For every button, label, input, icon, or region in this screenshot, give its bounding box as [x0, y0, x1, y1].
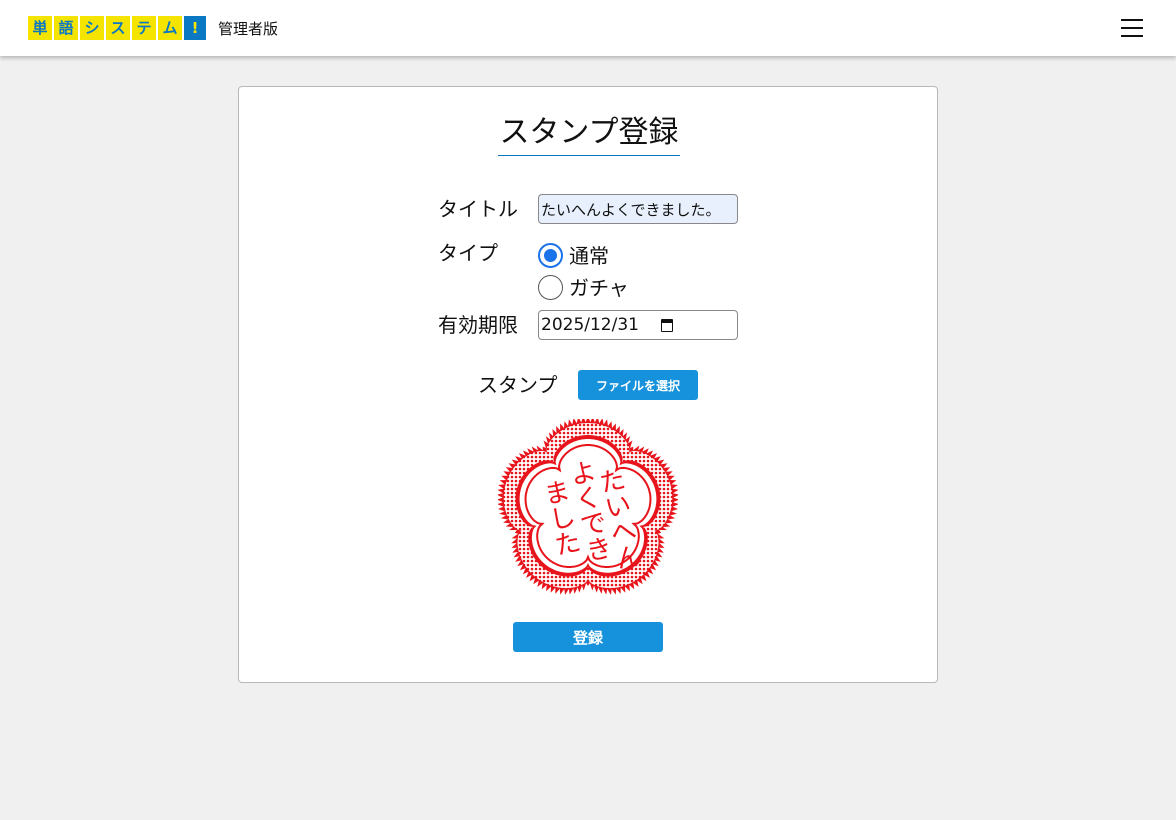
hamburger-menu-icon[interactable] [1118, 14, 1146, 42]
admin-edition-label: 管理者版 [218, 20, 279, 38]
stamp-label: スタンプ [478, 373, 558, 397]
logo-char: ス [106, 16, 130, 40]
register-button[interactable]: 登録 [513, 622, 663, 652]
expiry-date-input[interactable]: 2025/12/31 [538, 310, 738, 340]
logo-char: ム [158, 16, 182, 40]
logo-char: テ [132, 16, 156, 40]
logo-char: シ [80, 16, 104, 40]
title-label: タイトル [438, 197, 518, 221]
type-option-label: 通常 [569, 243, 609, 268]
expiry-label: 有効期限 [438, 313, 518, 337]
page-title: スタンプ登録 [239, 115, 939, 156]
page-title-text: スタンプ登録 [498, 115, 680, 156]
file-select-button[interactable]: ファイルを選択 [578, 370, 698, 400]
type-label: タイプ [438, 241, 498, 265]
logo-char: ! [184, 16, 206, 40]
logo-char: 語 [54, 16, 78, 40]
stamp-preview-image: たいへん よくでき ました [498, 419, 678, 595]
app-header: 単 語 シ ス テ ム ! 管理者版 [0, 0, 1176, 56]
radio-unselected-icon[interactable] [538, 275, 563, 300]
radio-selected-icon[interactable] [538, 243, 563, 268]
type-option-label: ガチャ [569, 275, 629, 300]
logo-char: 単 [28, 16, 52, 40]
type-option-gacha[interactable]: ガチャ [538, 275, 629, 300]
title-input[interactable] [538, 194, 738, 224]
stamp-registration-form: スタンプ登録 タイトル タイプ 通常 ガチャ 有効期限 2025/12/31 ス… [238, 86, 938, 683]
app-logo[interactable]: 単 語 シ ス テ ム ! [28, 16, 206, 40]
calendar-icon[interactable] [661, 319, 673, 332]
type-option-normal[interactable]: 通常 [538, 243, 609, 268]
expiry-date-value: 2025/12/31 [541, 315, 639, 335]
